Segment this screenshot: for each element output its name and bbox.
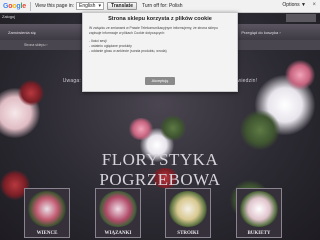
close-icon[interactable]: ×	[312, 2, 316, 8]
google-logo: Google	[3, 2, 26, 10]
category-wiazanki-1[interactable]: WIĄZANKI	[95, 188, 141, 238]
leaf-decoration	[240, 110, 280, 150]
cookie-dialog: Strona sklepu korzysta z plików cookie W…	[82, 12, 238, 92]
language-select[interactable]: English ▾	[76, 2, 105, 10]
pink-flower-center	[128, 118, 154, 140]
leaf-center	[160, 115, 186, 141]
page-title: FLORYSTYKA POGRZEBOWA	[99, 150, 221, 189]
category-bukiety[interactable]: BUKIETY	[236, 188, 282, 238]
red-flower-decoration	[18, 80, 44, 106]
view-label: View this page in:	[34, 3, 75, 9]
nav-item-0[interactable]: Zamówienia się	[0, 30, 44, 35]
bukiet-image	[239, 191, 279, 227]
login-link[interactable]: Zaloguj	[2, 14, 15, 19]
pink-flower-decoration	[285, 60, 315, 90]
cookie-item: - oddanie głosu w ankiecie (sonda produk…	[89, 49, 167, 54]
category-label: BUKIETY	[247, 231, 271, 236]
turn-off-dropdown[interactable]: Turn off for: Polish	[139, 2, 186, 10]
category-label: STROIKI	[177, 231, 199, 236]
cookie-item: - ostatnio oglądane produkty	[89, 43, 132, 48]
nav-item-4[interactable]: Przegląd do koszyka ›	[233, 30, 288, 35]
options-menu[interactable]: Options ▼	[282, 2, 306, 8]
wreath-image	[27, 191, 67, 227]
language-value: English	[79, 3, 96, 9]
bouquet-image	[98, 191, 138, 227]
accept-button[interactable]: Akceptuję	[145, 77, 175, 85]
cookie-title: Strona sklepu korzysta z plików cookie	[108, 16, 212, 22]
translate-button[interactable]: Translate	[107, 2, 138, 10]
category-stroiki[interactable]: STROIKI	[165, 188, 211, 238]
cookie-intro: W związku ze zmianami w Prawie Telekomun…	[89, 26, 218, 35]
separator	[29, 1, 31, 11]
cookie-body: W związku ze zmianami w Prawie Telekomun…	[83, 26, 237, 54]
search-box[interactable]	[286, 14, 316, 22]
chevron-down-icon: ▾	[98, 3, 102, 9]
category-wience[interactable]: WIENCE	[24, 188, 70, 238]
arrangement-image	[168, 191, 208, 227]
category-label: WIENCE	[36, 231, 58, 236]
cookie-item: - Ilości sesji	[89, 38, 107, 43]
category-label: WIĄZANKI	[104, 231, 132, 236]
